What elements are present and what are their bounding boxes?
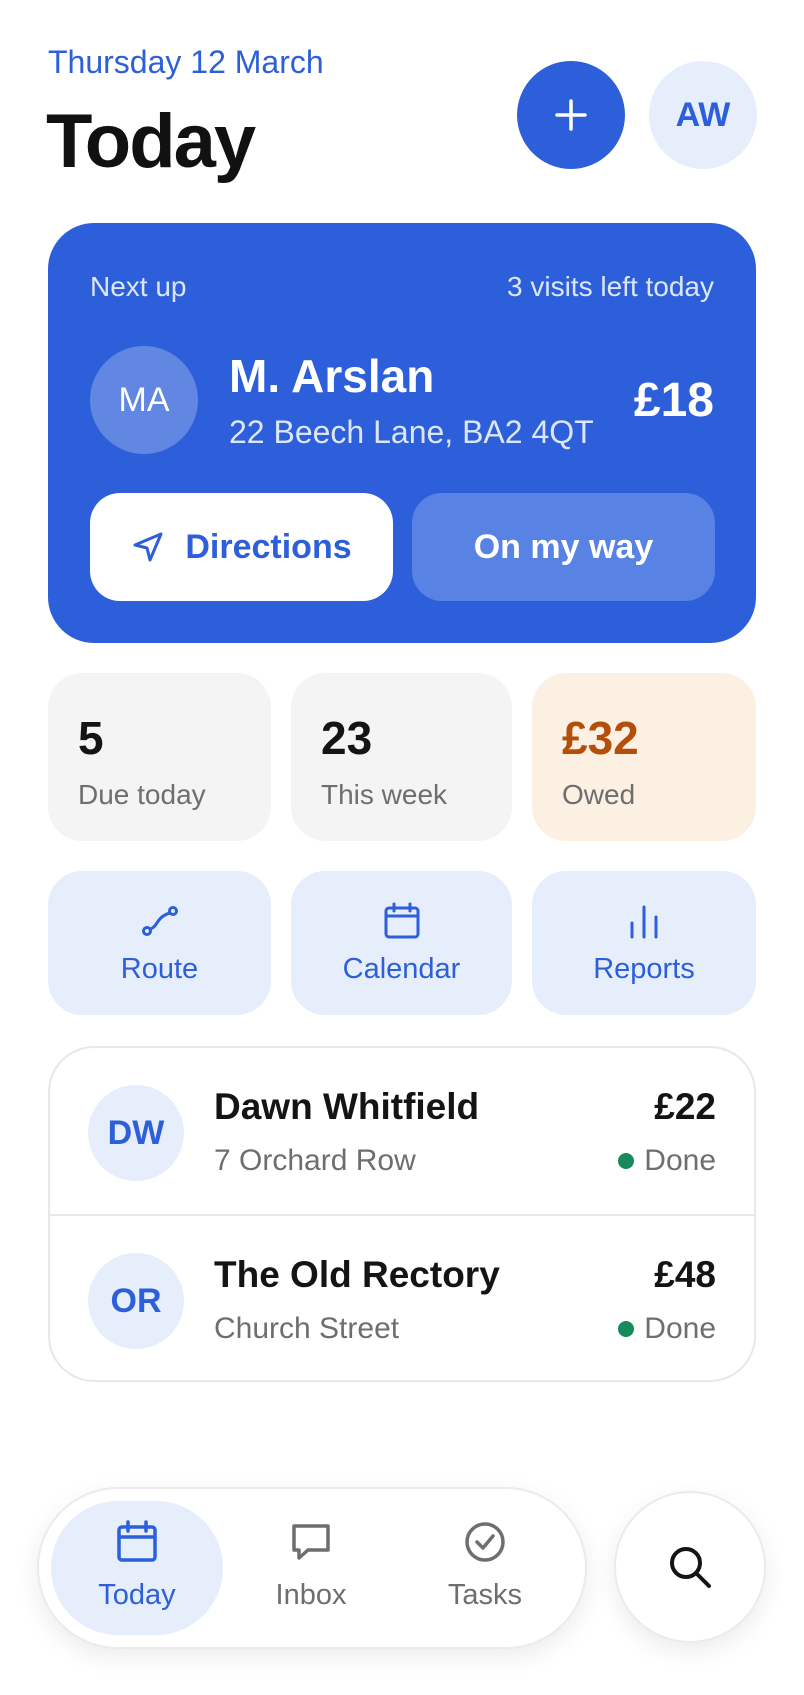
route-icon xyxy=(141,906,178,936)
client-address: 22 Beech Lane, BA2 4QT xyxy=(229,414,594,450)
stat-label: Due today xyxy=(78,779,206,810)
row-address: 7 Orchard Row xyxy=(214,1144,416,1177)
tab-label: Today xyxy=(98,1579,176,1611)
status-badge: Done xyxy=(618,1144,716,1178)
add-button[interactable] xyxy=(517,61,625,169)
status-dot-icon xyxy=(618,1321,635,1337)
directions-label: Directions xyxy=(185,527,352,566)
stat-value: 23 xyxy=(321,712,373,764)
row-avatar: DW xyxy=(88,1085,184,1181)
user-avatar[interactable]: AW xyxy=(649,61,757,169)
next-up-card[interactable]: Next up 3 visits left today MA M. Arslan… xyxy=(48,223,756,643)
tab-bar: Today Inbox Tasks xyxy=(37,1487,587,1649)
calendar-icon xyxy=(117,1520,157,1562)
status-label: Done xyxy=(644,1312,716,1345)
visits-left-label: 3 visits left today xyxy=(507,271,714,302)
page-title: Today xyxy=(46,99,256,184)
stat-label: Owed xyxy=(562,779,636,810)
tab-today[interactable]: Today xyxy=(51,1501,223,1635)
row-price: £48 xyxy=(654,1254,716,1295)
directions-button[interactable]: Directions xyxy=(90,493,393,601)
route-label: Route xyxy=(120,953,199,985)
status-label: Done xyxy=(644,1144,716,1177)
stat-this-week[interactable]: 23 This week xyxy=(291,673,512,841)
row-avatar: OR xyxy=(88,1253,184,1349)
tab-label: Inbox xyxy=(275,1579,347,1611)
tab-inbox[interactable]: Inbox xyxy=(225,1501,397,1635)
row-address: Church Street xyxy=(214,1312,400,1345)
search-icon xyxy=(670,1547,711,1588)
stat-value: 5 xyxy=(78,712,104,764)
plus-icon xyxy=(555,99,587,131)
on-my-way-button[interactable]: On my way xyxy=(412,493,715,601)
date-label: Thursday 12 March xyxy=(48,44,324,80)
tab-tasks[interactable]: Tasks xyxy=(399,1501,571,1635)
client-price: £18 xyxy=(633,374,714,427)
client-avatar: MA xyxy=(90,346,198,454)
row-name: The Old Rectory xyxy=(214,1254,500,1295)
reports-button[interactable]: Reports xyxy=(532,871,756,1015)
stat-label: This week xyxy=(321,779,448,810)
stat-value: £32 xyxy=(562,712,639,764)
bar-chart-icon xyxy=(630,905,658,939)
list-item[interactable]: DW Dawn Whitfield 7 Orchard Row £22 Done xyxy=(50,1048,754,1214)
tab-label: Tasks xyxy=(447,1579,523,1611)
reports-label: Reports xyxy=(593,953,695,985)
status-dot-icon xyxy=(618,1153,635,1169)
calendar-label: Calendar xyxy=(342,953,461,985)
route-button[interactable]: Route xyxy=(48,871,271,1015)
calendar-icon xyxy=(384,902,419,939)
row-name: Dawn Whitfield xyxy=(214,1086,480,1127)
row-price: £22 xyxy=(654,1086,716,1127)
search-button[interactable] xyxy=(614,1491,766,1643)
list-item[interactable]: OR The Old Rectory Church Street £48 Don… xyxy=(50,1214,754,1380)
client-name: M. Arslan xyxy=(229,350,435,402)
stat-due-today[interactable]: 5 Due today xyxy=(48,673,271,841)
chat-icon xyxy=(292,1524,330,1560)
calendar-button[interactable]: Calendar xyxy=(291,871,512,1015)
navigation-arrow-icon xyxy=(133,532,163,562)
check-circle-icon xyxy=(465,1522,505,1562)
status-badge: Done xyxy=(618,1312,716,1346)
visit-list: DW Dawn Whitfield 7 Orchard Row £22 Done… xyxy=(48,1046,756,1382)
stat-owed[interactable]: £32 Owed xyxy=(532,673,756,841)
next-up-label: Next up xyxy=(90,271,187,302)
